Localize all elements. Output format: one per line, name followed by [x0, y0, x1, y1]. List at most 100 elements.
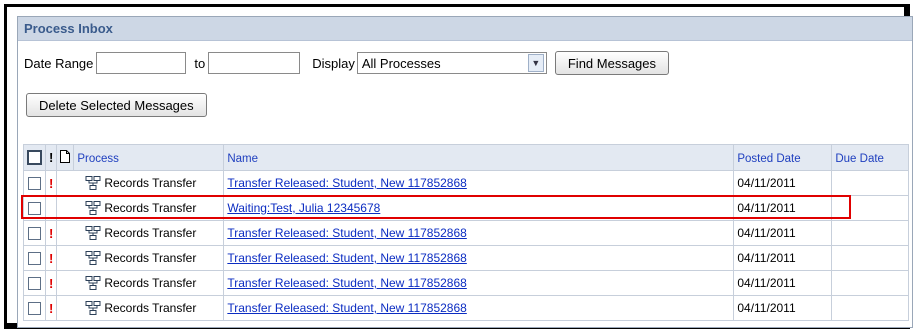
- process-name: Records Transfer: [104, 300, 197, 315]
- priority-icon: !: [49, 250, 54, 266]
- posted-date-cell: 04/11/2011: [733, 195, 833, 221]
- display-label: Display: [312, 55, 355, 71]
- process-inbox-panel: Process Inbox Date Range to Display All …: [17, 16, 913, 328]
- due-date-cell: [831, 170, 909, 196]
- row-checkbox-cell: [23, 170, 46, 196]
- message-name-cell: Transfer Released: Student, New 11785286…: [223, 270, 735, 296]
- delete-selected-button[interactable]: Delete Selected Messages: [26, 93, 207, 117]
- delete-row: Delete Selected Messages: [26, 93, 207, 117]
- table-row[interactable]: ! Records Transfer Transfer Released: St…: [23, 295, 909, 321]
- to-label: to: [194, 55, 206, 71]
- document-icon: [60, 149, 71, 163]
- due-date-cell: [831, 220, 909, 246]
- message-link[interactable]: Transfer Released: Student, New 11785286…: [227, 251, 466, 265]
- process-cell: Records Transfer: [56, 195, 225, 221]
- priority-cell: [44, 195, 58, 221]
- table-row[interactable]: ! Records Transfer Transfer Released: St…: [23, 170, 909, 196]
- message-name-cell: Transfer Released: Student, New 11785286…: [223, 245, 735, 271]
- process-name: Records Transfer: [104, 275, 197, 290]
- row-checkbox-cell: [23, 270, 46, 296]
- due-date-header[interactable]: Due Date: [831, 144, 909, 171]
- message-link[interactable]: Transfer Released: Student, New 11785286…: [227, 176, 466, 190]
- message-name-cell: Transfer Released: Student, New 11785286…: [223, 170, 735, 196]
- posted-date-header[interactable]: Posted Date: [733, 144, 833, 171]
- due-date-cell: [831, 245, 909, 271]
- due-date-cell: [831, 295, 909, 321]
- process-flow-icon: [85, 226, 101, 241]
- select-all-cell: [23, 144, 46, 171]
- posted-date-cell: 04/11/2011: [733, 270, 833, 296]
- process-flow-icon: [85, 201, 101, 216]
- row-checkbox[interactable]: [28, 302, 41, 316]
- name-header[interactable]: Name: [223, 144, 735, 171]
- process-cell: Records Transfer: [56, 170, 225, 196]
- row-checkbox-cell: [23, 245, 46, 271]
- find-messages-button[interactable]: Find Messages: [554, 51, 670, 75]
- table-row[interactable]: ! Records Transfer Transfer Released: St…: [23, 220, 909, 246]
- priority-icon: !: [49, 300, 54, 316]
- posted-date-header-link[interactable]: Posted Date: [737, 153, 800, 165]
- priority-cell: !: [44, 220, 58, 246]
- process-cell: Records Transfer: [56, 295, 225, 321]
- posted-date-cell: 04/11/2011: [733, 220, 833, 246]
- due-date-cell: [831, 270, 909, 296]
- process-name: Records Transfer: [104, 250, 197, 265]
- display-select[interactable]: All Processes ▼: [356, 52, 547, 74]
- date-from-input[interactable]: [96, 52, 187, 74]
- priority-cell: !: [44, 270, 58, 296]
- priority-icon: !: [49, 225, 54, 241]
- message-link[interactable]: Transfer Released: Student, New 11785286…: [227, 301, 466, 315]
- display-select-value: All Processes: [361, 55, 441, 71]
- message-link[interactable]: Transfer Released: Student, New 11785286…: [227, 226, 466, 240]
- posted-date-cell: 04/11/2011: [733, 170, 833, 196]
- name-header-link[interactable]: Name: [227, 153, 258, 165]
- priority-header-label: !: [49, 150, 54, 165]
- screenshot-frame: Process Inbox Date Range to Display All …: [4, 4, 913, 329]
- messages-table: ! Process Name Posted Date Due Date ! Re…: [23, 144, 909, 321]
- row-checkbox[interactable]: [28, 277, 41, 291]
- date-to-input[interactable]: [208, 52, 301, 74]
- process-flow-icon: [85, 301, 101, 316]
- table-row[interactable]: ! Records Transfer Transfer Released: St…: [23, 270, 909, 296]
- process-header-link[interactable]: Process: [77, 153, 119, 165]
- process-flow-icon: [85, 176, 101, 191]
- priority-cell: !: [44, 245, 58, 271]
- process-cell: Records Transfer: [56, 270, 225, 296]
- process-flow-icon: [85, 276, 101, 291]
- process-header[interactable]: Process: [73, 144, 225, 171]
- message-name-cell: Transfer Released: Student, New 11785286…: [223, 295, 735, 321]
- due-date-cell: [831, 195, 909, 221]
- message-name-cell: Transfer Released: Student, New 11785286…: [223, 220, 735, 246]
- table-row[interactable]: ! Records Transfer Transfer Released: St…: [23, 245, 909, 271]
- process-cell: Records Transfer: [56, 220, 225, 246]
- table-row[interactable]: Records Transfer Waiting:Test, Julia 123…: [23, 195, 909, 221]
- process-name: Records Transfer: [104, 225, 197, 240]
- row-checkbox-cell: [23, 195, 46, 221]
- panel-title: Process Inbox: [18, 17, 912, 41]
- row-checkbox-cell: [23, 220, 46, 246]
- message-link[interactable]: Transfer Released: Student, New 11785286…: [227, 276, 466, 290]
- row-checkbox[interactable]: [28, 202, 41, 216]
- priority-icon: !: [49, 275, 54, 291]
- row-checkbox[interactable]: [28, 227, 41, 241]
- row-checkbox[interactable]: [28, 252, 41, 266]
- posted-date-cell: 04/11/2011: [733, 245, 833, 271]
- row-checkbox[interactable]: [28, 177, 41, 191]
- date-range-label: Date Range: [24, 55, 94, 71]
- due-date-header-link[interactable]: Due Date: [835, 153, 884, 165]
- process-cell: Records Transfer: [56, 245, 225, 271]
- message-name-cell: Waiting:Test, Julia 12345678: [223, 195, 735, 221]
- table-header-row: ! Process Name Posted Date Due Date: [23, 144, 909, 171]
- priority-header: !: [44, 144, 58, 171]
- process-flow-icon: [85, 251, 101, 266]
- document-header: [56, 144, 75, 171]
- message-link[interactable]: Waiting:Test, Julia 12345678: [227, 201, 380, 215]
- process-name: Records Transfer: [104, 175, 197, 190]
- filter-row: Date Range to Display All Processes ▼ Fi…: [24, 51, 670, 75]
- priority-icon: !: [49, 175, 54, 191]
- chevron-down-icon[interactable]: ▼: [527, 54, 544, 72]
- priority-cell: !: [44, 295, 58, 321]
- process-name: Records Transfer: [104, 200, 197, 215]
- select-all-checkbox[interactable]: [27, 150, 42, 166]
- priority-cell: !: [44, 170, 58, 196]
